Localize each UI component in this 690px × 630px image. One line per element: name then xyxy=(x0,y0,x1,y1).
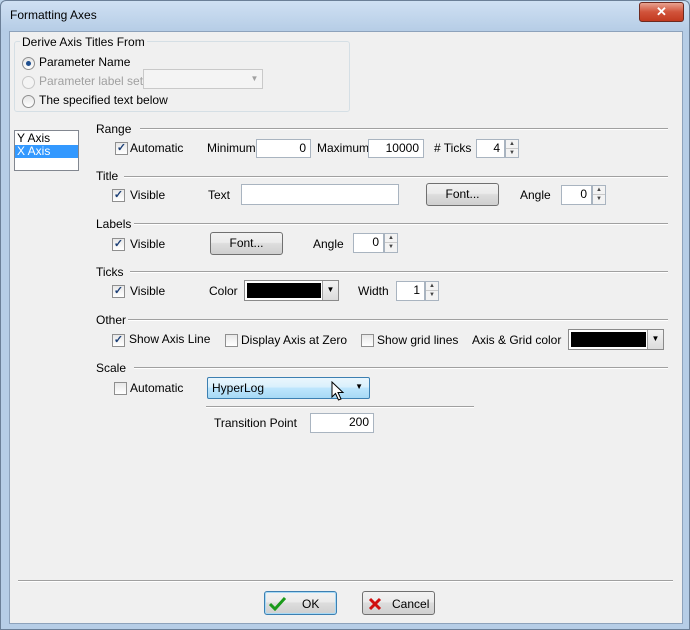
other-section-title: Other xyxy=(96,313,127,327)
display-axis-zero-checkbox[interactable] xyxy=(225,334,238,347)
mouse-pointer-icon xyxy=(331,381,345,401)
range-minimum-input[interactable]: 0 xyxy=(256,139,311,158)
display-axis-zero-label[interactable]: Display Axis at Zero xyxy=(241,333,347,347)
ticks-width-label: Width xyxy=(358,284,389,298)
title-angle-label: Angle xyxy=(520,188,551,202)
range-ticks-spinner[interactable]: ▲ ▼ xyxy=(505,139,519,158)
ok-label: OK xyxy=(302,597,320,611)
spin-up-icon[interactable]: ▲ xyxy=(426,282,438,291)
labels-angle-label: Angle xyxy=(313,237,344,251)
show-grid-lines-label[interactable]: Show grid lines xyxy=(377,333,458,347)
spin-up-icon[interactable]: ▲ xyxy=(385,234,397,243)
scale-sub-divider xyxy=(206,406,474,408)
transition-point-input[interactable]: 200 xyxy=(310,413,374,433)
title-angle-input[interactable]: 0 xyxy=(561,185,592,205)
labels-visible-checkbox[interactable]: ✓ xyxy=(112,238,125,251)
title-visible-checkbox[interactable]: ✓ xyxy=(112,189,125,202)
close-icon: ✕ xyxy=(656,4,667,19)
scale-divider xyxy=(134,367,668,369)
dialog-client: Derive Axis Titles From Parameter Name P… xyxy=(9,31,683,624)
radio-parameter-name-label[interactable]: Parameter Name xyxy=(39,55,130,69)
chevron-down-icon: ▼ xyxy=(250,74,259,83)
title-angle-spinner[interactable]: ▲ ▼ xyxy=(592,185,606,205)
title-font-button[interactable]: Font... xyxy=(426,183,499,206)
chevron-down-icon: ▼ xyxy=(322,281,338,300)
other-divider xyxy=(128,319,668,321)
scale-type-dropdown[interactable]: HyperLog ▼ xyxy=(207,377,370,399)
show-axis-line-checkbox[interactable]: ✓ xyxy=(112,334,125,347)
scale-type-value: HyperLog xyxy=(212,381,265,395)
radio-specified-text-label[interactable]: The specified text below xyxy=(39,93,168,107)
footer-divider xyxy=(18,580,673,582)
cancel-button[interactable]: Cancel xyxy=(362,591,435,615)
dialog-window: Formatting Axes ✕ Derive Axis Titles Fro… xyxy=(0,0,690,630)
title-section-title: Title xyxy=(96,169,119,183)
ticks-visible-checkbox[interactable]: ✓ xyxy=(112,285,125,298)
chevron-down-icon: ▼ xyxy=(355,382,363,391)
spin-down-icon[interactable]: ▼ xyxy=(385,243,397,252)
derive-titles-title: Derive Axis Titles From xyxy=(20,35,147,49)
show-grid-lines-checkbox[interactable] xyxy=(361,334,374,347)
spin-up-icon[interactable]: ▲ xyxy=(506,140,518,149)
axis-grid-color-picker[interactable]: ▼ xyxy=(568,329,664,350)
scale-section-title: Scale xyxy=(96,361,127,375)
spin-down-icon[interactable]: ▼ xyxy=(506,149,518,158)
axis-grid-color-fill xyxy=(571,332,646,347)
labels-divider xyxy=(134,223,668,225)
close-button[interactable]: ✕ xyxy=(639,2,684,22)
title-text-label: Text xyxy=(208,188,231,202)
parameter-label-set-dropdown[interactable]: ▼ xyxy=(143,69,263,89)
range-ticks-label: # Ticks xyxy=(434,141,472,155)
axis-grid-color-label: Axis & Grid color xyxy=(472,333,562,347)
ticks-color-fill xyxy=(247,283,321,298)
labels-angle-input[interactable]: 0 xyxy=(353,233,384,253)
scale-automatic-checkbox[interactable] xyxy=(114,382,127,395)
axis-listbox[interactable]: Y Axis X Axis xyxy=(14,130,79,171)
range-maximum-input[interactable]: 10000 xyxy=(368,139,424,158)
cancel-label: Cancel xyxy=(392,597,430,611)
title-bar: Formatting Axes ✕ xyxy=(1,1,689,29)
radio-parameter-label-set-label[interactable]: Parameter label set xyxy=(39,74,143,88)
transition-point-label: Transition Point xyxy=(214,416,297,430)
x-icon xyxy=(368,597,382,611)
range-maximum-label: Maximum xyxy=(317,141,370,155)
labels-font-button[interactable]: Font... xyxy=(210,232,283,255)
range-automatic-checkbox[interactable]: ✓ xyxy=(115,142,128,155)
spin-down-icon[interactable]: ▼ xyxy=(593,195,605,204)
ticks-width-spinner[interactable]: ▲ ▼ xyxy=(425,281,439,301)
ok-button[interactable]: OK xyxy=(264,591,337,615)
ticks-color-label: Color xyxy=(209,284,238,298)
axis-list-item-x[interactable]: X Axis xyxy=(15,145,78,158)
spin-up-icon[interactable]: ▲ xyxy=(593,186,605,195)
ticks-divider xyxy=(130,271,668,273)
radio-parameter-label-set[interactable] xyxy=(22,76,35,89)
ticks-width-input[interactable]: 1 xyxy=(396,281,425,301)
range-minimum-label: Minimum xyxy=(207,141,256,155)
range-section-title: Range xyxy=(96,122,132,136)
show-axis-line-label[interactable]: Show Axis Line xyxy=(129,332,210,346)
labels-angle-spinner[interactable]: ▲ ▼ xyxy=(384,233,398,253)
range-divider xyxy=(140,128,668,130)
range-ticks-input[interactable]: 4 xyxy=(476,139,505,158)
spin-down-icon[interactable]: ▼ xyxy=(426,291,438,300)
ticks-color-picker[interactable]: ▼ xyxy=(244,280,339,301)
chevron-down-icon: ▼ xyxy=(647,330,663,349)
title-visible-label[interactable]: Visible xyxy=(130,188,165,202)
radio-parameter-name[interactable] xyxy=(22,57,35,70)
range-automatic-label[interactable]: Automatic xyxy=(130,141,183,155)
scale-automatic-label[interactable]: Automatic xyxy=(130,381,183,395)
title-text-input[interactable] xyxy=(241,184,399,205)
ticks-visible-label[interactable]: Visible xyxy=(130,284,165,298)
labels-section-title: Labels xyxy=(96,217,132,231)
ticks-section-title: Ticks xyxy=(96,265,124,279)
window-title: Formatting Axes xyxy=(10,8,97,22)
check-icon xyxy=(269,596,286,611)
title-divider xyxy=(124,176,668,178)
radio-specified-text[interactable] xyxy=(22,95,35,108)
labels-visible-label[interactable]: Visible xyxy=(130,237,165,251)
